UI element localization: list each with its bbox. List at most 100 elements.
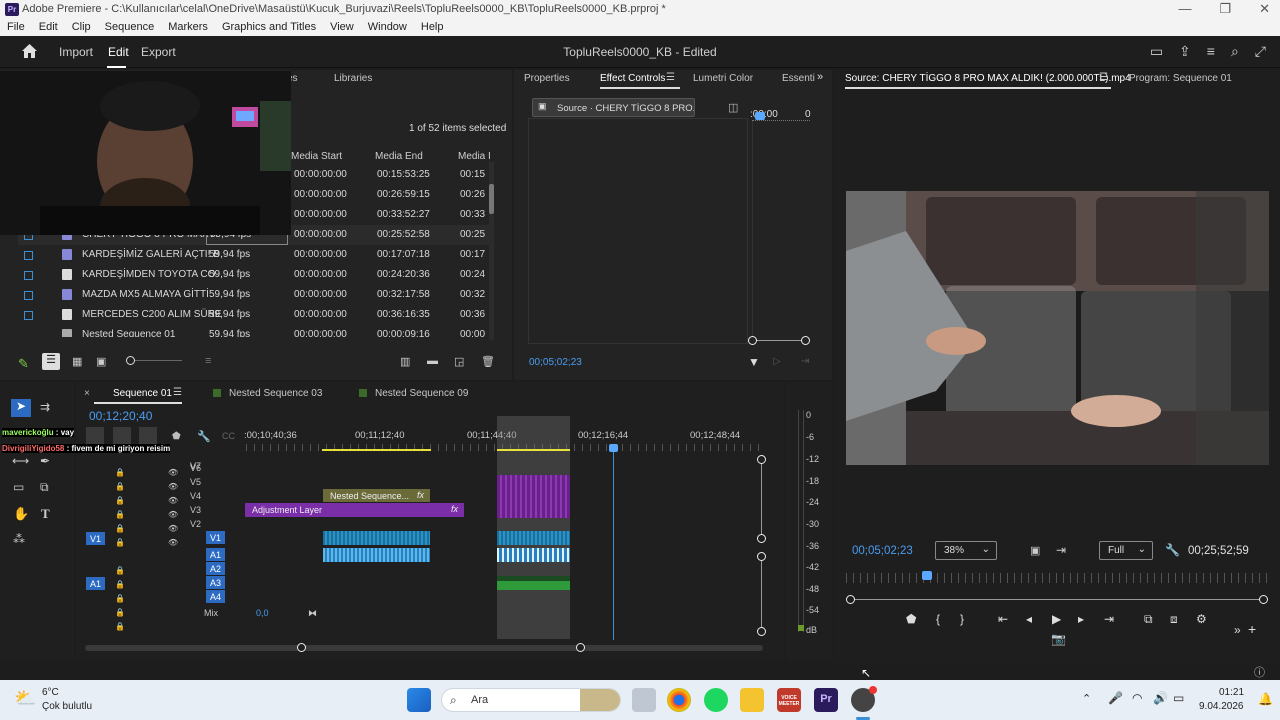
clock-time[interactable]: 01:21 (1219, 687, 1244, 698)
col-media-end[interactable]: Media End (375, 151, 423, 162)
menu-file[interactable]: File (0, 19, 32, 36)
source-patch-a1[interactable]: A1 (86, 577, 105, 590)
menu-graphics[interactable]: Graphics and Titles (215, 19, 323, 36)
overwrite-clip-icon[interactable]: ⧈ (1170, 612, 1178, 627)
mix-value[interactable]: 0,0 (256, 608, 269, 618)
minimize-button[interactable]: — (1178, 1, 1191, 17)
table-row[interactable]: KARDEŞİMDEN TOYOTA CO 59,94 fps 00:00:00… (18, 265, 493, 285)
video-track-scroll[interactable] (757, 455, 766, 543)
table-row[interactable]: KARDEŞİMİZ GALERİ AÇTI! B 59,94 fps 00:0… (18, 245, 493, 265)
nest-icon[interactable] (86, 427, 104, 444)
selection-tool-icon[interactable]: ➤ (11, 399, 31, 417)
microphone-icon[interactable]: 🎤 (1108, 691, 1123, 705)
track-target-a3[interactable]: A3 (206, 576, 225, 589)
table-row[interactable]: Nested Sequence 01 59,94 fps 00:00:00:00… (18, 325, 493, 337)
filter-icon[interactable]: ▼ (748, 355, 760, 369)
snap-icon[interactable] (113, 427, 131, 444)
obs-icon[interactable] (851, 686, 877, 712)
automate-icon[interactable]: ▥ (400, 355, 410, 368)
timeline-playhead[interactable] (609, 444, 618, 640)
toggle-timeline-icon[interactable]: ◫ (728, 101, 738, 114)
tab-nested-sequence-03[interactable]: Nested Sequence 03 (229, 388, 322, 399)
tab-program[interactable]: Program: Sequence 01 (1129, 73, 1232, 84)
audio-clip-a1[interactable] (497, 548, 570, 562)
track-target-v1[interactable]: V1 (206, 531, 225, 544)
source-ruler[interactable] (846, 573, 1270, 583)
audio-clip-a1[interactable] (323, 548, 430, 562)
list-view-icon[interactable]: ☰ (42, 353, 60, 370)
tab-nested-sequence-09[interactable]: Nested Sequence 09 (375, 388, 468, 399)
linked-selection-icon[interactable] (139, 427, 157, 444)
audio-clip-a3[interactable] (497, 576, 570, 590)
fullscreen-icon[interactable]: ⤢ (1255, 43, 1266, 60)
tab-edit[interactable]: Edit (108, 45, 129, 59)
timeline-settings-icon[interactable]: 🔧 (197, 430, 211, 443)
source-zoom-bar[interactable] (846, 595, 1268, 604)
clock-date[interactable]: 9.04.2026 (1199, 701, 1244, 712)
camera-icon[interactable]: 📷 (1051, 632, 1066, 646)
go-to-in-icon[interactable]: ⇤ (998, 612, 1008, 626)
tab-essential[interactable]: Essenti (782, 73, 815, 84)
go-to-out-icon[interactable]: ⇥ (1104, 612, 1114, 626)
type-tool-icon[interactable]: T (41, 506, 50, 522)
workspaces-icon[interactable]: ≡ (1207, 43, 1215, 60)
voicemeeter-icon[interactable]: VOICE MEETER (777, 688, 801, 712)
pen-tool-icon[interactable]: ✒ (40, 454, 50, 468)
menu-edit[interactable]: Edit (32, 19, 65, 36)
timeline-h-scrollbar[interactable] (85, 643, 763, 652)
timeline-timecode[interactable]: 00;12;20;40 (89, 409, 152, 423)
restore-button[interactable]: ❐ (1219, 1, 1231, 17)
adjustment-layer-clip[interactable]: Adjustment Layer fx (245, 503, 464, 517)
ec-playhead[interactable] (755, 112, 765, 120)
share-icon[interactable]: ⇪ (1179, 43, 1191, 60)
icon-view-icon[interactable]: ▦ (72, 355, 82, 368)
video-clip-v1[interactable] (323, 531, 430, 545)
sort-icon[interactable]: ≡ (205, 355, 211, 367)
weather-desc[interactable]: Çok bulutlu (42, 701, 92, 712)
weather-icon[interactable]: ⛅ (14, 688, 36, 709)
col-media-duration[interactable]: Media I (458, 151, 491, 162)
table-row[interactable]: MERCEDES C200 ALIM SÜRE 59,94 fps 00:00:… (18, 305, 493, 325)
zoom-dropdown[interactable]: 38% ⌄ (935, 541, 997, 560)
insert-clip-icon[interactable]: ⧉ (1144, 612, 1153, 627)
source-patch-v1[interactable]: V1 (86, 532, 105, 545)
step-back-icon[interactable]: ◂ (1026, 612, 1032, 626)
track-target-a2[interactable]: A2 (206, 562, 225, 575)
audio-track-scroll[interactable] (757, 552, 766, 636)
add-marker-icon[interactable]: ⬟ (172, 431, 181, 442)
table-row[interactable]: MAZDA MX5 ALMAYA GİTTİ 59,94 fps 00:00:0… (18, 285, 493, 305)
ec-zoom-bar[interactable] (748, 336, 810, 345)
mark-in-icon[interactable]: { (936, 612, 940, 626)
premiere-taskbar-icon[interactable]: Pr (814, 688, 838, 712)
tab-libraries[interactable]: Libraries (334, 73, 372, 84)
hand-tool-icon[interactable]: ✋ (13, 506, 29, 522)
nested-sequence-clip[interactable]: Nested Sequence... fx (323, 489, 430, 502)
info-icon[interactable]: ⓘ (1254, 664, 1265, 680)
menu-view[interactable]: View (323, 19, 361, 36)
mark-out-icon[interactable]: } (960, 612, 964, 626)
tab-lumetri-color[interactable]: Lumetri Color (693, 73, 753, 84)
panel-layout-icon[interactable]: ▭ (1150, 43, 1163, 60)
row-checkbox[interactable] (24, 251, 33, 260)
compare-icon[interactable]: ⚙ (1196, 612, 1207, 626)
more-tabs-icon[interactable]: » (817, 71, 823, 83)
wrench-icon[interactable]: 🔧 (1165, 543, 1180, 557)
tab-sequence-01[interactable]: Sequence 01 (113, 388, 172, 399)
search-icon[interactable]: ⌕ (1231, 43, 1239, 60)
ec-timecode[interactable]: 00;05;02;23 (529, 357, 582, 368)
tab-properties[interactable]: Properties (524, 73, 570, 84)
source-timecode[interactable]: 00;05;02;23 (852, 545, 913, 557)
tab-import[interactable]: Import (59, 45, 93, 59)
tab-export[interactable]: Export (141, 45, 176, 59)
spotify-icon[interactable] (704, 688, 728, 712)
more-controls-icon[interactable]: » (1234, 623, 1241, 637)
play-icon[interactable]: ▶ (1052, 612, 1061, 626)
row-checkbox[interactable] (24, 271, 33, 280)
chevron-up-icon[interactable]: ⌃ (1082, 692, 1091, 705)
insert-icon[interactable]: ⇥ (1056, 543, 1066, 557)
razor-tool-icon[interactable]: ⧉ (40, 480, 49, 495)
close-button[interactable]: ✕ (1259, 1, 1270, 17)
video-clip-v1[interactable] (497, 531, 570, 545)
chrome-icon[interactable] (667, 688, 691, 712)
trash-icon[interactable]: 🗑 (481, 355, 495, 368)
